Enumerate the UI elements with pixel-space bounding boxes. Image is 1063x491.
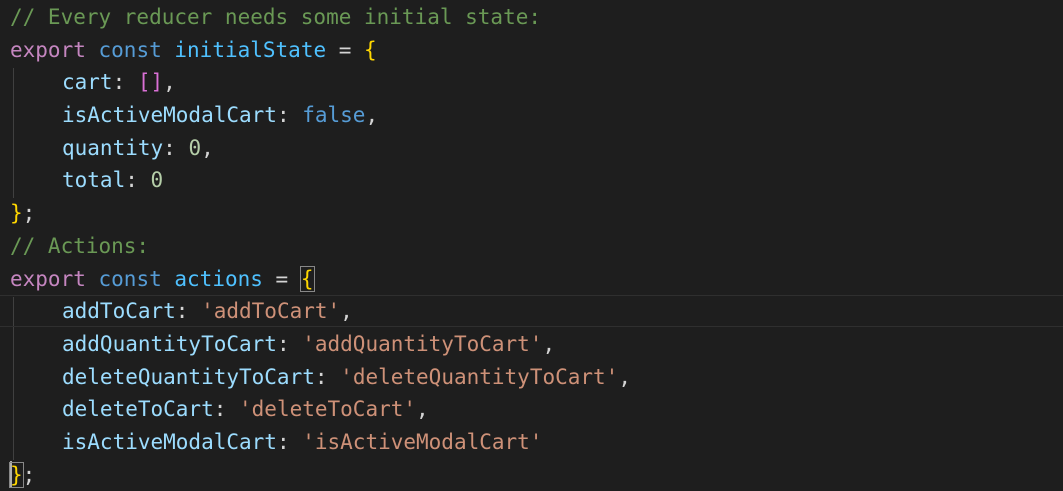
colon: : <box>276 103 303 128</box>
property-total: total <box>62 168 126 193</box>
brace-close: } <box>10 201 23 226</box>
keyword-export: export <box>10 37 86 62</box>
colon: : <box>276 429 303 454</box>
property-delete-to-cart: deleteToCart <box>62 397 214 422</box>
colon: : <box>112 70 138 95</box>
brace-close-matched: } <box>9 461 24 488</box>
code-line-14[interactable]: isActiveModalCart: 'isActiveModalCart' <box>10 426 631 459</box>
keyword-const: const <box>98 37 162 62</box>
code-line-9[interactable]: export const actions = { <box>10 263 631 296</box>
code-line-2[interactable]: export const initialState = { <box>10 34 631 67</box>
property-add-quantity-to-cart: addQuantityToCart <box>62 331 277 356</box>
property-delete-quantity-to-cart: deleteQuantityToCart <box>62 364 315 389</box>
code-line-7[interactable]: }; <box>10 197 631 230</box>
code-line-10[interactable]: addToCart: 'addToCart', <box>0 295 1063 328</box>
identifier-initial-state: initialState <box>174 37 327 62</box>
property-quantity: quantity <box>62 135 164 160</box>
code-line-5[interactable]: quantity: 0, <box>10 132 631 165</box>
property-add-to-cart: addToCart <box>62 299 176 324</box>
colon: : <box>175 299 202 324</box>
string-literal: 'isActiveModalCart' <box>302 429 543 454</box>
comma: , <box>365 103 379 128</box>
comment-initial-state: // Every reducer needs some initial stat… <box>10 5 542 29</box>
array-literal: [] <box>137 70 164 95</box>
brace-open-matched: { <box>299 265 315 292</box>
string-literal: 'addToCart' <box>201 299 341 324</box>
operator-assign: = <box>262 266 301 291</box>
property-is-active-modal-cart: isActiveModalCart <box>62 103 277 128</box>
colon: : <box>314 364 341 389</box>
number-literal: 0 <box>150 168 164 193</box>
property-cart: cart <box>62 70 113 95</box>
number-literal: 0 <box>188 135 202 160</box>
comma: , <box>542 331 556 356</box>
code-editor[interactable]: // Every reducer needs some initial stat… <box>0 0 1063 491</box>
code-lines[interactable]: // Every reducer needs some initial stat… <box>0 1 1063 491</box>
colon: : <box>125 168 151 193</box>
code-line-15[interactable]: }; <box>9 459 631 491</box>
property-is-active-modal-cart: isActiveModalCart <box>62 429 277 454</box>
comma: , <box>201 135 214 160</box>
string-literal: 'deleteQuantityToCart' <box>340 364 619 389</box>
keyword-const: const <box>98 266 162 291</box>
comma: , <box>618 364 631 389</box>
comma: , <box>163 70 176 95</box>
boolean-literal: false <box>302 103 366 128</box>
comma: , <box>340 299 353 324</box>
colon: : <box>276 331 303 356</box>
semicolon: ; <box>22 462 36 487</box>
code-line-4[interactable]: isActiveModalCart: false, <box>10 99 631 132</box>
code-line-6[interactable]: total: 0 <box>10 164 631 197</box>
code-line-3[interactable]: cart: [], <box>10 66 631 99</box>
string-literal: 'addQuantityToCart' <box>302 331 543 356</box>
colon: : <box>163 135 189 160</box>
identifier-actions: actions <box>174 266 263 291</box>
code-line-13[interactable]: deleteToCart: 'deleteToCart', <box>10 393 631 426</box>
comma: , <box>416 397 429 422</box>
comment-actions: // Actions: <box>10 233 150 258</box>
operator-assign: = <box>326 37 365 62</box>
string-literal: 'deleteToCart' <box>239 397 417 422</box>
colon: : <box>213 397 240 422</box>
code-line-11[interactable]: addQuantityToCart: 'addQuantityToCart', <box>10 328 631 361</box>
semicolon: ; <box>22 201 36 226</box>
brace-open: { <box>364 37 377 62</box>
code-line-1[interactable]: // Every reducer needs some initial stat… <box>10 1 631 34</box>
code-line-8[interactable]: // Actions: <box>10 230 631 263</box>
code-line-12[interactable]: deleteQuantityToCart: 'deleteQuantityToC… <box>10 361 631 394</box>
keyword-export: export <box>10 266 86 291</box>
